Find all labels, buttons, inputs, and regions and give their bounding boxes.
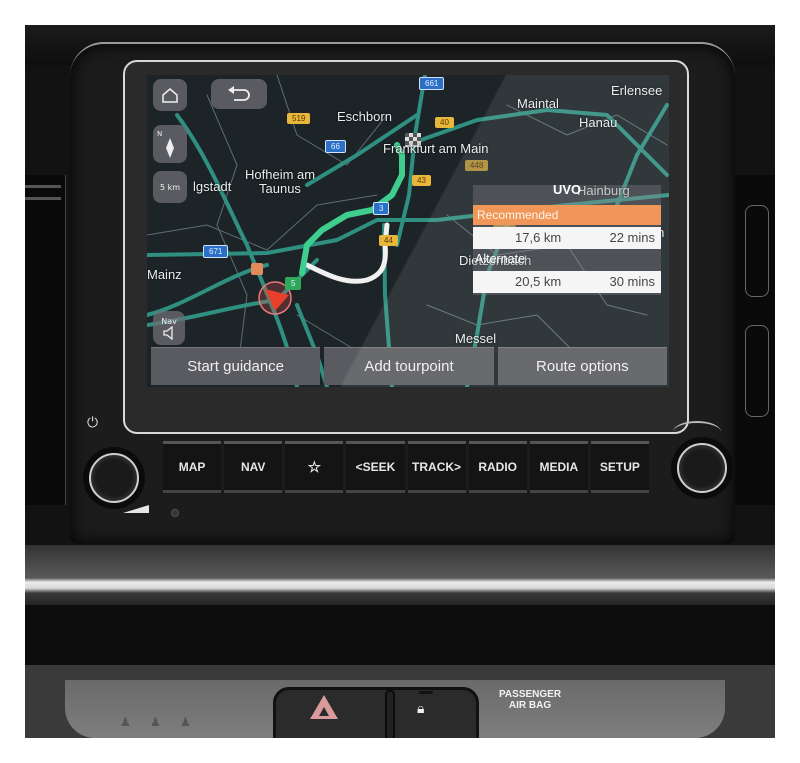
- favorite-star-button[interactable]: ☆: [285, 441, 344, 493]
- road-shield: 43: [412, 175, 431, 186]
- volume-indicator-icon: [123, 505, 149, 513]
- recommended-distance: 17,6 km: [515, 230, 562, 245]
- city-label: Taunus: [259, 181, 301, 196]
- compass-icon: [166, 138, 174, 158]
- city-label: Maintal: [517, 96, 559, 111]
- recommended-route-row[interactable]: 17,6 km 22 mins: [473, 227, 661, 249]
- speaker-icon: [163, 325, 173, 340]
- road-shield: 661: [419, 77, 445, 90]
- hardware-button-bar: MAP NAV ☆ <SEEK TRACK> RADIO MEDIA SETUP: [163, 441, 649, 493]
- chrome-trim: [25, 545, 775, 605]
- tune-indicator: [673, 421, 721, 443]
- road-shield: 40: [435, 117, 454, 128]
- city-label: Hofheim am: [245, 167, 316, 182]
- city-label: Hanau: [579, 115, 618, 130]
- road-shield: 671: [203, 245, 229, 258]
- compass-north-label: N: [157, 130, 163, 138]
- road-shield: 5: [285, 277, 302, 290]
- back-button[interactable]: [211, 79, 267, 109]
- lock-led: [419, 691, 433, 694]
- city-label: Eschborn: [337, 109, 392, 124]
- hazard-lock-pod: [273, 687, 479, 738]
- road-shield: 519: [287, 113, 311, 124]
- seatbelt-indicator-icon: ♟: [150, 715, 161, 729]
- alternate-distance: 20,5 km: [515, 274, 562, 289]
- zoom-scale-button[interactable]: 5 km: [153, 171, 187, 203]
- poi-marker-icon: [251, 263, 263, 275]
- navigation-screen[interactable]: Eschborn Maintal Erlensee Hanau Frankfur…: [147, 75, 669, 387]
- hazard-icon-inner: [319, 707, 329, 716]
- road-shield: 66: [325, 140, 346, 153]
- uvo-logo: UVO: [553, 182, 582, 197]
- alternate-duration: 30 mins: [609, 274, 655, 289]
- left-air-vent: [25, 175, 66, 505]
- pod-divider: [385, 690, 395, 738]
- power-icon: ⏻: [87, 415, 99, 431]
- radio-button[interactable]: RADIO: [468, 441, 527, 493]
- city-label: Messel: [455, 331, 497, 346]
- media-button[interactable]: MEDIA: [529, 441, 588, 493]
- track-forward-button[interactable]: TRACK>: [407, 441, 466, 493]
- passenger-airbag-label: PASSENGER AIR BAG: [499, 689, 561, 711]
- back-arrow-icon: [228, 86, 250, 101]
- road-shield: 448: [465, 160, 489, 171]
- nav-hardware-button[interactable]: NAV: [224, 441, 283, 493]
- route-options-button[interactable]: Route options: [497, 347, 667, 385]
- seatbelt-indicator-icon: ♟: [120, 715, 131, 729]
- scale-label: 5 km: [159, 182, 181, 192]
- airbag-line-2: AIR BAG: [508, 700, 552, 711]
- recommended-header: Recommended: [473, 205, 661, 225]
- map-hardware-button[interactable]: MAP: [163, 441, 222, 493]
- right-air-vent: [734, 175, 775, 505]
- microphone-pinhole: [171, 509, 179, 517]
- setup-button[interactable]: SETUP: [590, 441, 649, 493]
- home-button[interactable]: [153, 79, 187, 111]
- action-bar: Start guidance Add tourpoint Route optio…: [147, 347, 667, 385]
- volume-knob[interactable]: [89, 453, 139, 503]
- minor-road: [147, 194, 378, 251]
- lock-icon[interactable]: 🔒︎: [417, 701, 424, 717]
- road-shield: 3: [373, 202, 390, 215]
- road-shield: 44: [379, 235, 398, 246]
- car-dashboard-photo: Eschborn Maintal Erlensee Hanau Frankfur…: [25, 25, 775, 738]
- tune-knob[interactable]: [677, 443, 727, 493]
- start-guidance-button[interactable]: Start guidance: [151, 347, 321, 385]
- nav-volume-label: Nav: [161, 316, 177, 326]
- compass-button[interactable]: N: [153, 125, 187, 163]
- city-label: lgstadt: [193, 179, 232, 194]
- alternate-header: Alternate: [475, 252, 526, 266]
- add-tourpoint-button[interactable]: Add tourpoint: [324, 347, 494, 385]
- recommended-duration: 22 mins: [609, 230, 655, 245]
- home-icon: [162, 88, 178, 103]
- seatbelt-indicator-icon: ♟: [180, 715, 191, 729]
- city-label: Frankfurt am Main: [383, 141, 489, 156]
- seek-back-button[interactable]: <SEEK: [346, 441, 405, 493]
- city-label: Mainz: [147, 267, 182, 282]
- city-label: Erlensee: [611, 83, 663, 98]
- alternate-route-row[interactable]: 20,5 km 30 mins: [473, 271, 661, 293]
- nav-volume-button[interactable]: Nav: [153, 311, 185, 345]
- airbag-line-1: PASSENGER: [499, 689, 562, 700]
